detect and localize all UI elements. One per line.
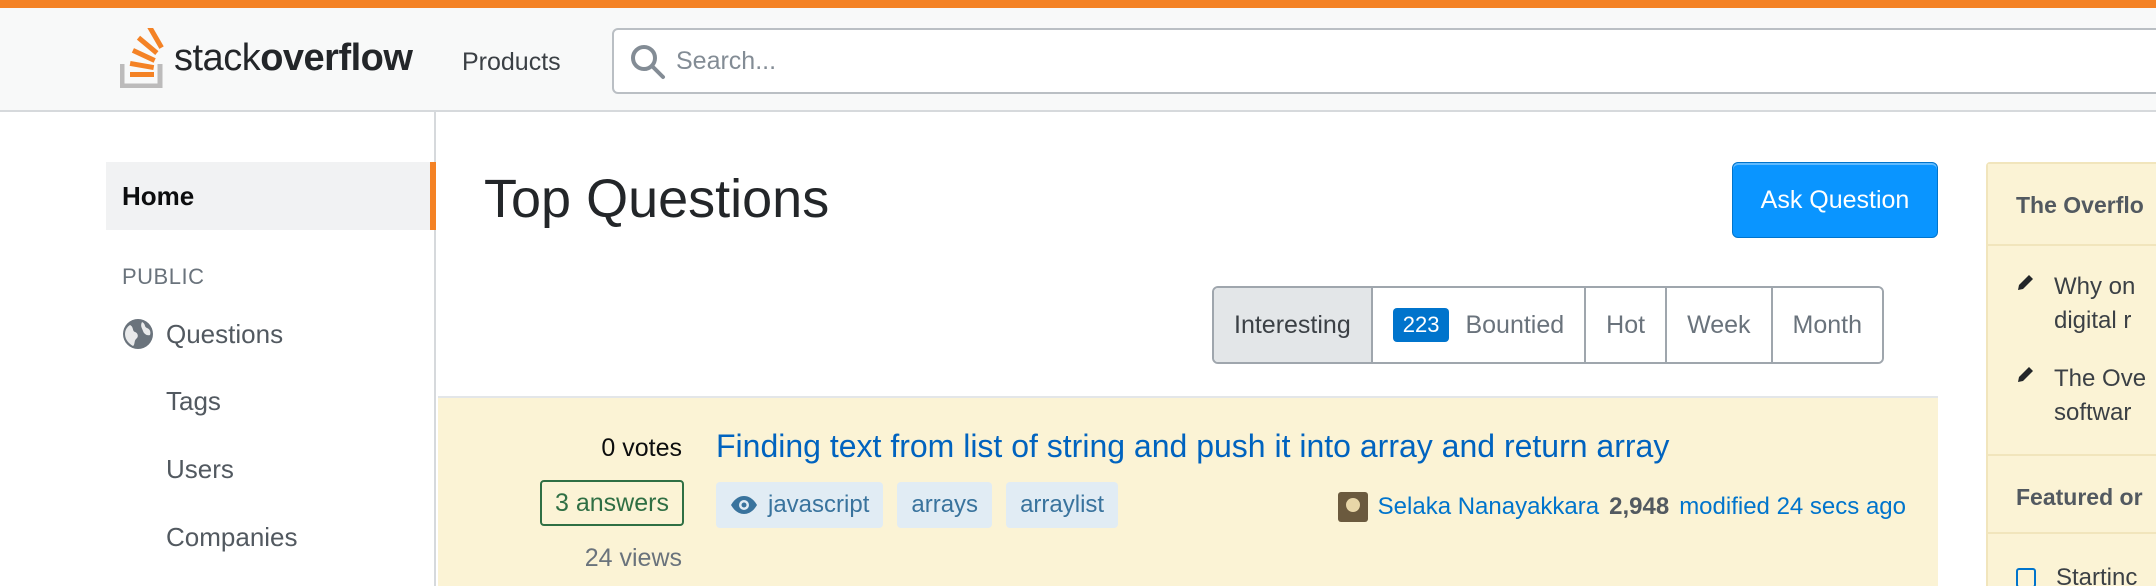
tab-hot[interactable]: Hot bbox=[1584, 288, 1666, 362]
widget-item-1[interactable]: Why on digital r bbox=[2016, 270, 2135, 338]
vote-count-number: 0 bbox=[601, 434, 616, 462]
stack-logo-icon bbox=[120, 28, 164, 88]
question-summary: 0 votes 3 answers 24 views Finding text … bbox=[438, 396, 1938, 586]
featured-item-text: Startinc bbox=[2056, 564, 2138, 586]
user-name-link[interactable]: Selaka Nanayakkara bbox=[1378, 493, 1599, 521]
widget-item-text: Why on digital r bbox=[2054, 273, 2136, 334]
search-box[interactable] bbox=[612, 28, 2156, 94]
tab-bountied-label: Bountied bbox=[1465, 310, 1565, 339]
eye-icon bbox=[731, 496, 757, 514]
globe-icon bbox=[123, 319, 153, 349]
pencil-icon bbox=[2018, 367, 2033, 382]
question-title-link[interactable]: Finding text from list of string and pus… bbox=[716, 428, 1669, 465]
featured-heading: Featured or bbox=[1988, 454, 2156, 534]
tag-javascript[interactable]: javascript bbox=[716, 482, 884, 528]
question-user-card: Selaka Nanayakkara 2,948 modified 24 sec… bbox=[1337, 492, 1906, 522]
avatar[interactable] bbox=[1337, 492, 1368, 522]
sidebar-item-users[interactable]: Users bbox=[166, 454, 234, 485]
sidebar-item-companies[interactable]: Companies bbox=[166, 522, 298, 553]
top-accent-bar bbox=[0, 0, 2156, 8]
ask-question-button[interactable]: Ask Question bbox=[1732, 162, 1938, 238]
question-tags: javascript arrays arraylist bbox=[716, 482, 1119, 528]
logo-wordmark: stackoverflow bbox=[174, 36, 413, 79]
vote-count-label: votes bbox=[622, 434, 682, 462]
view-count: 24 views bbox=[584, 544, 682, 572]
featured-item[interactable]: Startinc bbox=[2016, 564, 2137, 586]
bounty-count-badge: 223 bbox=[1392, 308, 1450, 342]
widget-item-2[interactable]: The Ove softwar bbox=[2016, 362, 2146, 430]
widget-item-text: The Ove softwar bbox=[2054, 365, 2147, 426]
search-icon bbox=[631, 45, 665, 79]
answer-count-badge: 3 answers bbox=[540, 480, 684, 526]
top-navigation: stackoverflow Products bbox=[0, 8, 2156, 112]
products-link[interactable]: Products bbox=[462, 48, 561, 77]
sidebar-item-home[interactable]: Home bbox=[106, 162, 436, 230]
left-sidebar: Home PUBLIC Questions Tags Users Compani… bbox=[0, 112, 436, 586]
sidebar-item-label: Questions bbox=[166, 318, 284, 349]
tab-bountied[interactable]: 223 Bountied bbox=[1370, 288, 1585, 362]
tag-arrays[interactable]: arrays bbox=[897, 482, 993, 528]
tab-week[interactable]: Week bbox=[1665, 288, 1771, 362]
tab-interesting[interactable]: Interesting bbox=[1214, 288, 1371, 362]
sidebar-item-questions[interactable]: Questions bbox=[122, 312, 283, 356]
vote-count: 0 votes bbox=[438, 434, 682, 463]
overflow-blog-widget: The Overflo Why on digital r The Ove softw… bbox=[1986, 162, 2156, 586]
modified-time-link[interactable]: modified 24 secs ago bbox=[1679, 493, 1906, 521]
checkbox-icon bbox=[2016, 568, 2036, 586]
page-title: Top Questions bbox=[484, 169, 830, 229]
tag-arraylist[interactable]: arraylist bbox=[1006, 482, 1119, 528]
user-reputation: 2,948 bbox=[1609, 493, 1670, 520]
pencil-icon bbox=[2018, 275, 2033, 290]
stackoverflow-logo[interactable]: stackoverflow bbox=[120, 24, 413, 92]
widget-heading: The Overflo bbox=[1988, 164, 2156, 246]
sidebar-item-tags[interactable]: Tags bbox=[166, 386, 221, 417]
question-filter-tabs: Interesting 223 Bountied Hot Week Month bbox=[1212, 286, 1885, 364]
sidebar-section-public: PUBLIC bbox=[122, 264, 205, 289]
tag-label: javascript bbox=[768, 491, 870, 518]
tab-month[interactable]: Month bbox=[1770, 288, 1883, 362]
search-input[interactable] bbox=[676, 42, 1476, 80]
